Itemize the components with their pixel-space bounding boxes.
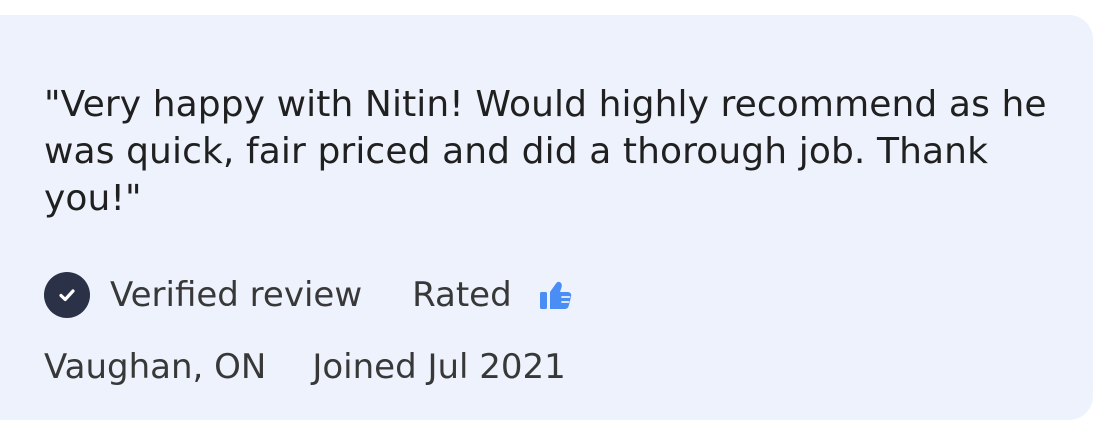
review-text: "Very happy with Nitin! Would highly rec… bbox=[44, 84, 1047, 219]
reviewer-location: Vaughan, ON bbox=[44, 347, 267, 387]
reviewer-joined-date: Joined Jul 2021 bbox=[312, 347, 566, 387]
thumbs-up-icon bbox=[536, 275, 576, 315]
check-circle-icon bbox=[44, 272, 90, 318]
rated-label: Rated bbox=[412, 275, 512, 315]
verified-review-label: Verified review bbox=[110, 275, 363, 315]
review-card: "Very happy with Nitin! Would highly rec… bbox=[0, 15, 1093, 420]
reviewer-info-row: Vaughan, ON Joined Jul 2021 bbox=[44, 343, 566, 391]
review-status-row: Verified review Rated bbox=[44, 271, 576, 319]
